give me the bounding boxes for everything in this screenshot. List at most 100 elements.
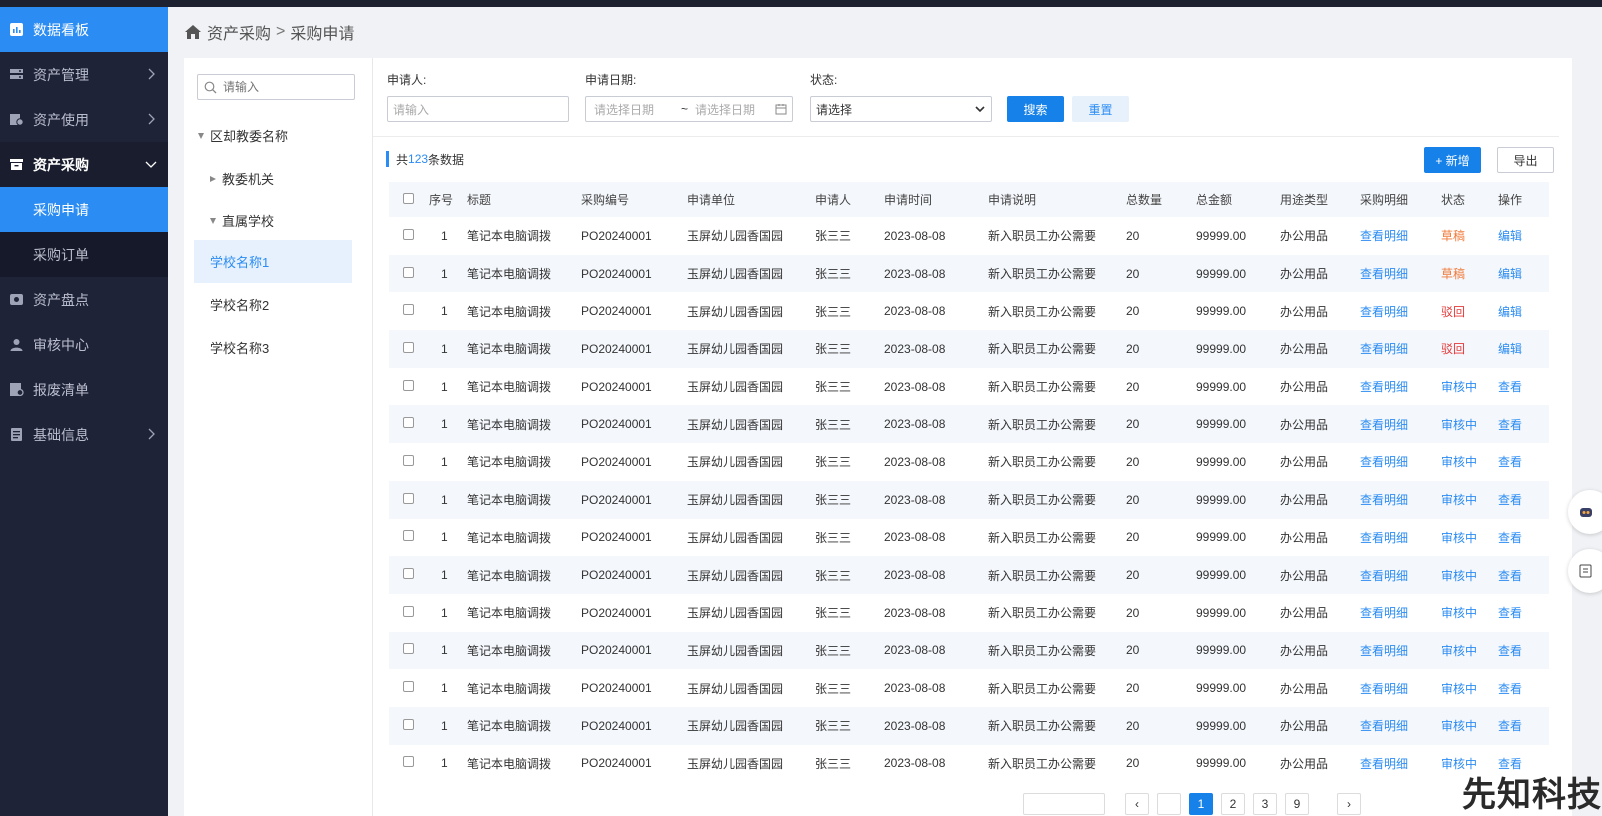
applicant-input[interactable]: 请输入 [387,96,569,122]
row-desc: 新入职员工办公需要 [988,530,1097,545]
tree-node-root[interactable]: 区却教委名称 [198,126,288,145]
sidebar-item-basic-info[interactable]: 基础信息 [0,412,168,457]
date-range-picker[interactable]: 请选择日期 ~ 请选择日期 [585,96,793,122]
tree-search-input[interactable] [223,80,343,94]
sidebar-item-audit-center[interactable]: 审核中心 [0,322,168,367]
date-start-input[interactable]: 请选择日期 [594,101,674,118]
view-detail-link[interactable]: 查看明细 [1360,755,1441,772]
sidebar-item-asset-usage[interactable]: 资产使用 [0,97,168,142]
expand-caret-icon[interactable] [198,132,204,139]
view-detail-link[interactable]: 查看明细 [1360,453,1441,470]
row-action-link[interactable]: 编辑 [1498,303,1538,320]
row-checkbox[interactable] [403,266,414,278]
view-detail-link[interactable]: 查看明细 [1360,717,1441,734]
row-no: 1 [441,266,448,281]
prev-page-button[interactable]: ‹ [1125,792,1149,815]
row-checkbox[interactable] [403,718,414,730]
page-button[interactable]: 3 [1253,792,1277,815]
collapse-caret-icon[interactable] [210,175,216,182]
page-size-select[interactable] [1023,792,1105,815]
row-qty: 20 [1126,266,1140,281]
row-checkbox[interactable] [403,379,414,391]
row-action-link[interactable]: 编辑 [1498,340,1538,357]
tree-node-school-3[interactable]: 学校名称3 [210,338,269,357]
row-amount: 99999.00 [1196,681,1247,696]
row-checkbox[interactable] [403,605,414,617]
notes-float-button[interactable] [1568,549,1602,593]
search-button[interactable]: 搜索 [1007,96,1064,122]
row-action-link[interactable]: 查看 [1498,717,1538,734]
row-action-link[interactable]: 查看 [1498,491,1538,508]
tree-node-school-2[interactable]: 学校名称2 [210,295,269,314]
status-text: 审核中 [1441,455,1478,470]
sidebar-item-asset-management[interactable]: 资产管理 [0,52,168,97]
page-button-current[interactable]: 1 [1189,792,1213,815]
row-checkbox[interactable] [403,341,414,353]
chart-icon [8,22,24,38]
tree-node-school-1[interactable]: 学校名称1 [194,240,352,283]
row-action-link[interactable]: 查看 [1498,680,1538,697]
tree-node-committee[interactable]: 教委机关 [210,169,274,188]
row-action-link[interactable]: 查看 [1498,529,1538,546]
view-detail-link[interactable]: 查看明细 [1360,604,1441,621]
tree-node-direct-schools[interactable]: 直属学校 [210,211,274,230]
status-text: 审核中 [1441,643,1478,658]
row-action-link[interactable]: 查看 [1498,567,1538,584]
view-detail-link[interactable]: 查看明细 [1360,265,1441,282]
page-button[interactable]: 9 [1285,792,1309,815]
row-checkbox[interactable] [403,756,414,768]
view-detail-link[interactable]: 查看明细 [1360,529,1441,546]
view-detail-link[interactable]: 查看明细 [1360,416,1441,433]
row-action-link[interactable]: 查看 [1498,416,1538,433]
page-button[interactable] [1157,792,1181,815]
expand-caret-icon[interactable] [210,217,216,224]
view-detail-link[interactable]: 查看明细 [1360,491,1441,508]
page-button[interactable]: 2 [1221,792,1245,815]
row-checkbox[interactable] [403,643,414,655]
assistant-float-button[interactable] [1568,490,1602,534]
row-checkbox[interactable] [403,492,414,504]
tree-search-box[interactable] [197,74,355,100]
row-checkbox[interactable] [403,454,414,466]
view-detail-link[interactable]: 查看明细 [1360,642,1441,659]
row-action-link[interactable]: 查看 [1498,453,1538,470]
sidebar-subitem-purchase-order[interactable]: 采购订单 [0,232,168,277]
date-end-input[interactable]: 请选择日期 [695,101,775,118]
row-no: 1 [441,304,448,319]
view-detail-link[interactable]: 查看明细 [1360,227,1441,244]
row-action-link[interactable]: 查看 [1498,642,1538,659]
row-checkbox[interactable] [403,417,414,429]
row-action-link[interactable]: 编辑 [1498,227,1538,244]
sidebar-item-asset-inventory[interactable]: 资产盘点 [0,277,168,322]
row-checkbox[interactable] [403,228,414,240]
export-button[interactable]: 导出 [1497,147,1554,173]
sidebar-subitem-purchase-request[interactable]: 采购申请 [0,187,168,232]
tree-node-label: 区却教委名称 [210,129,289,144]
row-action-link[interactable]: 查看 [1498,378,1538,395]
view-detail-link[interactable]: 查看明细 [1360,340,1441,357]
sidebar-item-scrap-list[interactable]: 报废清单 [0,367,168,412]
row-action-link[interactable]: 查看 [1498,604,1538,621]
row-action-link[interactable]: 编辑 [1498,265,1538,282]
view-detail-link[interactable]: 查看明细 [1360,567,1441,584]
row-checkbox[interactable] [403,568,414,580]
view-detail-link[interactable]: 查看明细 [1360,680,1441,697]
view-detail-link[interactable]: 查看明细 [1360,378,1441,395]
row-unit: 玉屏幼儿园香国园 [687,229,784,244]
reset-button[interactable]: 重置 [1072,96,1129,122]
add-button[interactable]: + 新增 [1424,147,1481,173]
home-icon[interactable] [184,23,202,41]
row-checkbox[interactable] [403,530,414,542]
row-checkbox[interactable] [403,304,414,316]
breadcrumb-parent[interactable]: 资产采购 [207,20,271,44]
row-checkbox[interactable] [403,681,414,693]
sidebar-item-asset-purchase[interactable]: 资产采购 [0,142,168,187]
row-code: PO20240001 [581,379,652,394]
next-page-button[interactable]: › [1337,792,1361,815]
select-all-checkbox[interactable] [403,192,414,204]
status-select[interactable]: 请选择 [810,96,992,122]
sidebar-item-dashboard[interactable]: 数据看板 [0,7,168,52]
row-applicant: 张三三 [815,493,852,508]
view-detail-link[interactable]: 查看明细 [1360,303,1441,320]
table-row: 1 笔记本电脑调拨 PO20240001 玉屏幼儿园香国园 张三三 2023-08-08 新… [389,292,1549,330]
